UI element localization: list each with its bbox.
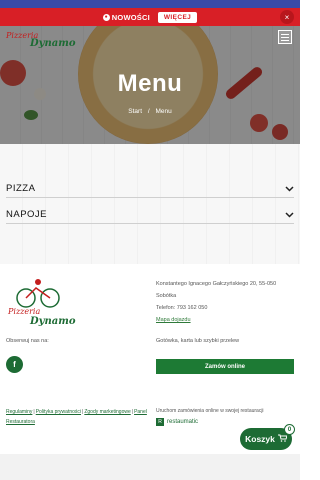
breadcrumb-start[interactable]: Start xyxy=(128,108,142,115)
page-title: Menu xyxy=(117,70,183,97)
footer: Pizzeria Dynamo Konstantego Ignacego Gał… xyxy=(0,264,300,454)
close-icon[interactable]: × xyxy=(280,10,294,24)
category-label: NAPOJE xyxy=(6,209,48,220)
menu-categories: PIZZA NAPOJE xyxy=(0,144,300,264)
address-block: Konstantego Ignacego Gałczyńskiego 20, 5… xyxy=(156,278,296,326)
restaumatic-link[interactable]: R restaumatic xyxy=(156,418,198,426)
svg-text:Dynamo: Dynamo xyxy=(29,38,76,49)
footer-logo: Pizzeria Dynamo xyxy=(7,279,76,327)
map-link[interactable]: Mapa dojazdu xyxy=(156,314,296,326)
legal-links: Regulaminy|Polityka prywatności|Zgody ma… xyxy=(6,409,147,425)
terms-link[interactable]: Regulaminy xyxy=(6,409,32,415)
category-pizza[interactable]: PIZZA xyxy=(6,180,294,198)
address-city: Sobótka xyxy=(156,293,177,299)
facebook-icon[interactable]: f xyxy=(6,356,23,373)
cart-count-badge: 0 xyxy=(284,424,295,435)
phone[interactable]: Telefon: 793 162 050 xyxy=(156,302,296,314)
info-icon: ● xyxy=(102,13,110,21)
marketing-consents-link[interactable]: Zgody marketingowe xyxy=(84,409,130,415)
cart-icon xyxy=(277,434,288,444)
restaurant-promo-text: Uruchom zamówienia online w swojej resta… xyxy=(156,408,264,414)
chevron-down-icon xyxy=(284,210,294,220)
breadcrumb-current: Menu xyxy=(155,108,172,115)
breadcrumb-separator: / xyxy=(147,108,150,115)
news-bar: ● NOWOŚCI WIĘCEJ × xyxy=(0,0,300,26)
follow-label: Obserwuj nas na: xyxy=(6,338,49,344)
news-label: ● NOWOŚCI xyxy=(102,12,150,22)
privacy-link[interactable]: Polityka prywatności xyxy=(36,409,81,415)
cart-button[interactable]: Koszyk 0 xyxy=(240,424,295,450)
order-online-button[interactable]: Zamów online xyxy=(156,359,294,374)
category-napoje[interactable]: NAPOJE xyxy=(6,206,294,224)
address-street: Konstantego Ignacego Gałczyńskiego 20, 5… xyxy=(156,281,277,287)
bottom-strip xyxy=(0,454,300,480)
menu-icon[interactable] xyxy=(278,30,292,44)
chevron-down-icon xyxy=(284,184,294,194)
svg-text:Dynamo: Dynamo xyxy=(29,316,76,327)
logo[interactable]: Pizzeria Dynamo xyxy=(4,26,84,52)
restaumatic-icon: R xyxy=(156,418,164,426)
payment-methods: Gotówka, karta lub szybki przelew xyxy=(156,338,240,344)
svg-text:Pizzeria: Pizzeria xyxy=(7,307,40,316)
cart-label: Koszyk xyxy=(245,434,275,444)
category-label: PIZZA xyxy=(6,183,36,194)
more-button[interactable]: WIĘCEJ xyxy=(157,11,198,23)
breadcrumb: Start / Menu xyxy=(0,108,300,115)
